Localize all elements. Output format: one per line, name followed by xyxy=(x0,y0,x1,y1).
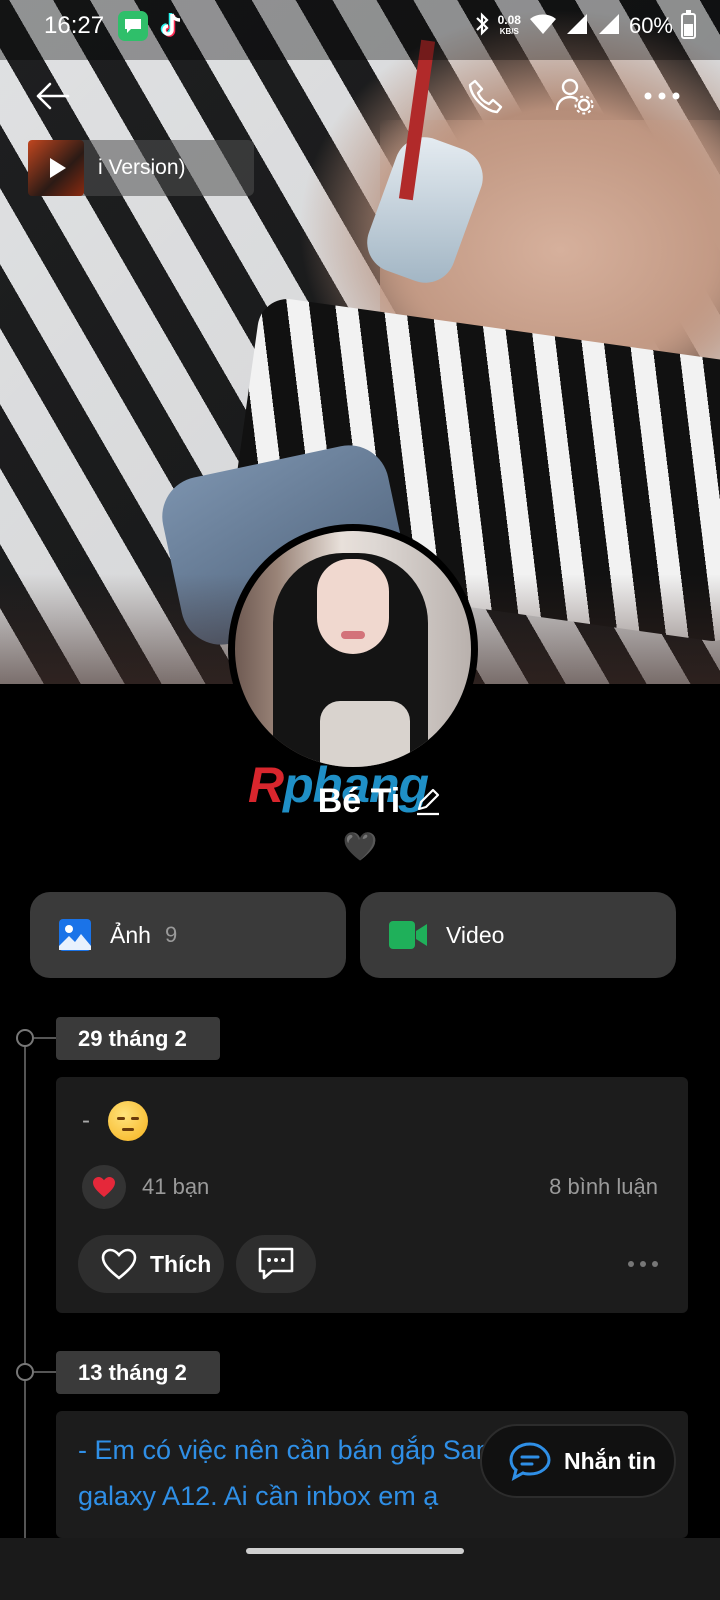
profile-bio: 🖤 xyxy=(342,831,378,862)
profile-avatar[interactable] xyxy=(228,524,478,774)
play-icon xyxy=(50,158,66,178)
more-horizontal-icon xyxy=(644,92,680,100)
timeline-dot xyxy=(16,1363,34,1381)
more-options-button[interactable] xyxy=(640,74,684,118)
timeline-tick xyxy=(34,1371,56,1373)
messages-app-icon xyxy=(118,11,149,41)
like-button[interactable]: Thích xyxy=(78,1235,224,1293)
video-camera-icon xyxy=(389,921,427,949)
status-bar: 16:27 0.08 KB/S 60% xyxy=(0,0,720,52)
music-title: i Version) xyxy=(98,156,186,179)
network-speed-unit: KB/S xyxy=(499,27,519,36)
timeline-line xyxy=(24,1038,26,1558)
photos-label: Ảnh xyxy=(110,921,151,948)
bluetooth-icon xyxy=(474,11,490,41)
comment-button[interactable] xyxy=(236,1235,316,1293)
videos-button[interactable]: Video xyxy=(360,892,676,978)
battery-percent: 60% xyxy=(628,13,673,38)
network-speed-value: 0.08 xyxy=(497,13,521,27)
photos-button[interactable]: Ảnh 9 xyxy=(30,892,346,978)
photos-count: 9 xyxy=(164,922,178,947)
battery-icon xyxy=(681,10,696,39)
heart-outline-icon xyxy=(101,1248,137,1280)
heart-reaction-icon[interactable] xyxy=(82,1165,126,1209)
back-button[interactable] xyxy=(30,74,74,118)
chat-bubble-icon xyxy=(509,1442,551,1481)
post-card[interactable]: - 41 bạn 8 bình luận Thích xyxy=(56,1077,688,1313)
pensive-face-emoji xyxy=(108,1101,148,1141)
timeline-tick xyxy=(34,1037,56,1039)
message-button[interactable]: Nhắn tin xyxy=(480,1424,676,1498)
phone-icon xyxy=(468,79,503,114)
post-date-chip: 13 tháng 2 xyxy=(56,1351,220,1394)
reaction-count[interactable]: 41 bạn xyxy=(142,1174,209,1200)
call-button[interactable] xyxy=(464,74,508,118)
message-label: Nhắn tin xyxy=(564,1447,656,1474)
post-more-button[interactable] xyxy=(628,1261,658,1267)
profile-settings-button[interactable] xyxy=(552,74,596,118)
post-text-content: - xyxy=(82,1107,90,1134)
status-time: 16:27 xyxy=(44,12,105,39)
signal-icon-1 xyxy=(565,12,589,41)
edit-name-icon[interactable] xyxy=(414,788,442,816)
timeline-dot xyxy=(16,1029,34,1047)
profile-music-chip[interactable]: i Version) xyxy=(28,140,254,196)
network-speed: 0.08 KB/S xyxy=(498,14,521,38)
user-gear-icon xyxy=(555,78,594,115)
profile-name: Bé Ti xyxy=(317,782,401,820)
video-label: Video xyxy=(446,921,505,948)
post-text: - xyxy=(82,1101,148,1141)
music-thumbnail xyxy=(28,140,84,196)
comment-count[interactable]: 8 bình luận xyxy=(549,1174,658,1200)
back-arrow-icon xyxy=(36,82,70,110)
signal-icon-2 xyxy=(597,12,621,41)
wifi-icon xyxy=(529,12,557,41)
tiktok-icon xyxy=(156,11,186,41)
photo-icon xyxy=(59,919,91,951)
home-indicator[interactable] xyxy=(246,1548,464,1554)
post-date-chip: 29 tháng 2 xyxy=(56,1017,220,1060)
like-label: Thích xyxy=(150,1250,212,1277)
comment-icon xyxy=(258,1247,294,1280)
